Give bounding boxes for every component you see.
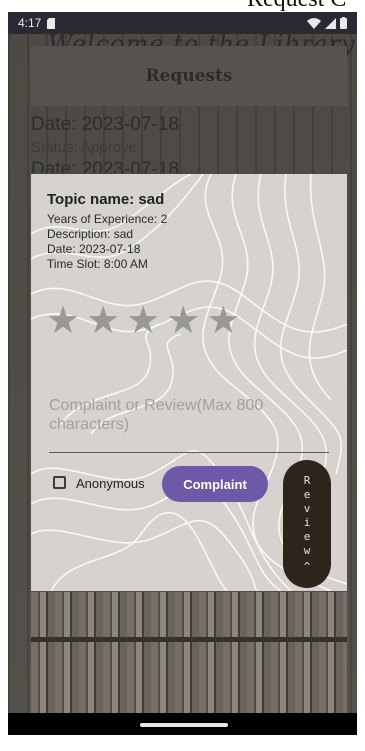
phone-screen: 4:17 Welcome to the Library Requests Dat…	[8, 12, 357, 735]
battery-icon	[340, 17, 347, 29]
bookshelf-bottom	[31, 592, 347, 720]
anonymous-checkbox[interactable]	[53, 476, 66, 489]
rating-bar[interactable]: ★ ★ ★ ★ ★	[46, 302, 240, 340]
wifi-icon	[307, 17, 321, 29]
dialog-date: Date: 2023-07-18	[47, 242, 141, 256]
home-handle[interactable]	[140, 723, 228, 727]
request-date[interactable]: Date: 2023-07-18	[31, 114, 179, 136]
app-bar-title: Requests	[145, 66, 233, 86]
dialog-description: Description: sad	[47, 227, 134, 241]
star-icon[interactable]: ★	[166, 302, 200, 340]
complaint-button[interactable]: Complaint	[162, 466, 268, 502]
status-time: 4:17	[18, 16, 42, 30]
dialog-topic: Topic name: sad	[47, 191, 165, 208]
star-icon[interactable]: ★	[206, 302, 240, 340]
star-icon[interactable]: ★	[126, 302, 160, 340]
request-date-partial[interactable]: Date: 2023-07-18	[31, 159, 179, 173]
complaint-input[interactable]: Complaint or Review(Max 800 characters)	[49, 396, 319, 434]
app-bar: Requests	[31, 46, 347, 106]
star-icon[interactable]: ★	[86, 302, 120, 340]
review-button[interactable]: Review ^	[283, 460, 331, 588]
signal-icon	[325, 17, 336, 29]
request-status: Status: Approve	[31, 139, 137, 156]
complaint-input-underline	[49, 452, 329, 453]
star-icon[interactable]: ★	[46, 302, 80, 340]
sd-card-icon	[47, 17, 56, 29]
review-dialog: Topic name: sad Years of Experience: 2 D…	[31, 174, 347, 591]
dialog-time-slot: Time Slot: 8:00 AM	[47, 257, 148, 271]
anonymous-label[interactable]: Anonymous	[76, 476, 145, 491]
dialog-years: Years of Experience: 2	[47, 212, 168, 226]
chevron-up-icon: ^	[303, 560, 311, 573]
review-button-letters: Review	[303, 474, 311, 557]
